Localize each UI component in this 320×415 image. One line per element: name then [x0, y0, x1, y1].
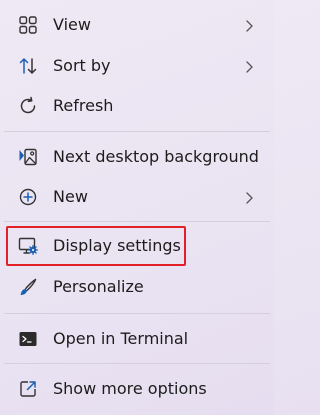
sort-icon	[18, 56, 38, 76]
expand-icon	[18, 379, 38, 399]
menu-item-label: Sort by	[53, 56, 111, 75]
terminal-icon	[18, 329, 38, 349]
chevron-right-icon	[242, 59, 256, 73]
desktop-context-menu: View Sort by Refresh Next desktop backgr…	[0, 0, 274, 415]
menu-item-sort-by[interactable]: Sort by	[4, 46, 270, 86]
highlight-box	[6, 226, 186, 266]
menu-item-next-desktop-background[interactable]: Next desktop background	[4, 137, 270, 177]
menu-item-label: Refresh	[53, 96, 114, 115]
grid-icon	[18, 15, 38, 35]
refresh-icon	[18, 96, 38, 116]
menu-item-label: View	[53, 15, 91, 34]
chevron-right-icon	[242, 18, 256, 32]
menu-item-label: New	[53, 187, 88, 206]
menu-item-view[interactable]: View	[4, 5, 270, 45]
menu-item-personalize[interactable]: Personalize	[4, 267, 270, 307]
plus-circle-icon	[18, 187, 38, 207]
next-background-icon	[18, 147, 38, 167]
menu-item-label: Personalize	[53, 277, 144, 296]
menu-separator	[4, 363, 270, 364]
menu-separator	[4, 131, 270, 132]
menu-separator	[4, 221, 270, 222]
menu-separator	[4, 313, 270, 314]
menu-item-refresh[interactable]: Refresh	[4, 86, 270, 126]
menu-item-label: Next desktop background	[53, 147, 259, 166]
menu-item-label: Open in Terminal	[53, 329, 189, 348]
menu-item-new[interactable]: New	[4, 177, 270, 217]
menu-item-show-more-options[interactable]: Show more options	[4, 369, 270, 409]
chevron-right-icon	[242, 190, 256, 204]
brush-icon	[18, 277, 38, 297]
menu-item-open-in-terminal[interactable]: Open in Terminal	[4, 319, 270, 359]
menu-item-label: Show more options	[53, 379, 207, 398]
